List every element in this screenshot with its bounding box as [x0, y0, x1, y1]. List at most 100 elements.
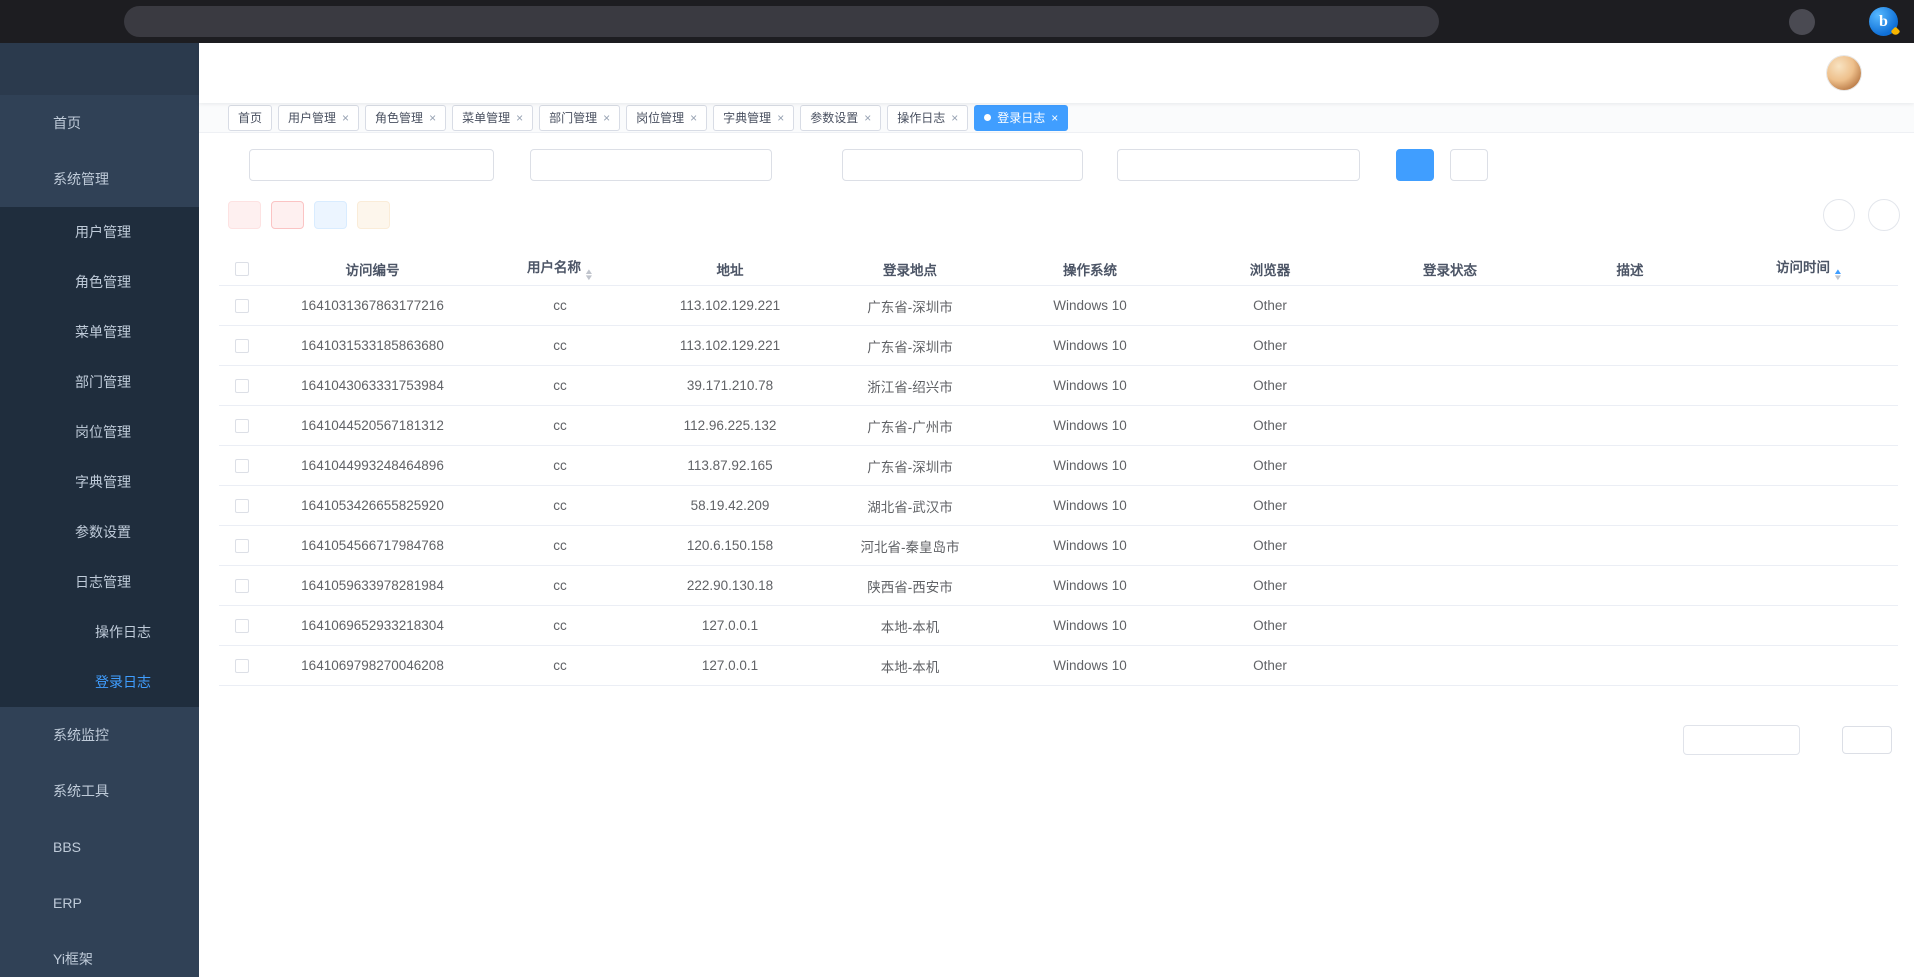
reset-button[interactable] — [1450, 149, 1488, 181]
collections-icon[interactable] — [1749, 7, 1775, 37]
browser-reload-icon[interactable] — [44, 7, 74, 37]
row-checkbox[interactable] — [235, 659, 249, 673]
delete-button[interactable] — [228, 201, 261, 229]
tab-login-log[interactable]: 登录日志× — [974, 105, 1068, 131]
sidebar-item-erp[interactable]: ERP — [0, 875, 199, 931]
close-icon[interactable]: × — [603, 112, 610, 124]
browser-home-icon[interactable] — [78, 7, 108, 37]
browser-more-icon[interactable] — [1829, 7, 1855, 37]
sidebar-item-user[interactable]: 用户管理 — [0, 207, 199, 257]
sidebar-item-system[interactable]: 系统管理 — [0, 151, 199, 207]
close-icon[interactable]: × — [429, 112, 436, 124]
tab-post[interactable]: 岗位管理 × — [626, 105, 707, 131]
sidebar-item-tools[interactable]: 系统工具 — [0, 763, 199, 819]
sidebar-fold-icon[interactable] — [225, 63, 245, 83]
sidebar-item-monitor[interactable]: 系统监控 — [0, 707, 199, 763]
tab-dept[interactable]: 部门管理× — [539, 105, 620, 131]
search-button[interactable] — [1396, 149, 1434, 181]
select-all-checkbox[interactable] — [235, 262, 249, 276]
extensions-icon[interactable] — [1629, 7, 1655, 37]
sidebar-item-role[interactable]: 角色管理 — [0, 257, 199, 307]
sidebar: 首页系统管理用户管理角色管理菜单管理部门管理岗位管理字典管理参数设置日志管理操作… — [0, 43, 199, 977]
close-icon[interactable]: × — [342, 112, 349, 124]
sidebar-item-home[interactable]: 首页 — [0, 95, 199, 151]
row-checkbox[interactable] — [235, 379, 249, 393]
app-logo[interactable] — [0, 43, 199, 95]
browser-profile-icon[interactable] — [1789, 9, 1815, 35]
sidebar-item-login-log[interactable]: 登录日志 — [0, 657, 199, 707]
globe-icon — [22, 895, 39, 912]
avatar-caret-icon[interactable] — [1878, 75, 1888, 85]
row-checkbox[interactable] — [235, 459, 249, 473]
tab-menu[interactable]: 菜单管理× — [452, 105, 533, 131]
tab-oper-log[interactable]: 操作日志× — [887, 105, 968, 131]
fullscreen-icon[interactable] — [1741, 64, 1760, 83]
sidebar-item-yi[interactable]: Yi框架 — [0, 931, 199, 977]
sort-icon[interactable]: ▲▼ — [585, 269, 593, 281]
column-header[interactable]: 访问时间▲▼ — [1720, 256, 1898, 281]
row-checkbox[interactable] — [235, 579, 249, 593]
goto-page-input[interactable] — [1842, 726, 1892, 754]
tab-dict[interactable]: 字典管理× — [713, 105, 794, 131]
copilot-bing-icon[interactable]: b — [1869, 7, 1898, 36]
sidebar-peek-caret-icon[interactable] — [1902, 33, 1912, 41]
row-checkbox[interactable] — [235, 299, 249, 313]
sidebar-item-post[interactable]: 岗位管理 — [0, 407, 199, 457]
read-aloud-icon[interactable] — [1509, 7, 1535, 37]
zoom-icon[interactable] — [1549, 7, 1575, 37]
table-search-toggle-button[interactable] — [1823, 199, 1855, 231]
clear-button[interactable] — [271, 201, 304, 229]
close-icon[interactable]: × — [864, 112, 871, 124]
font-size-icon[interactable] — [1781, 64, 1800, 83]
tab-label: 岗位管理 — [636, 109, 684, 126]
tab-user[interactable]: 用户管理× — [278, 105, 359, 131]
status-select[interactable] — [842, 149, 1083, 181]
help-icon[interactable] — [1701, 64, 1720, 83]
favorites-icon[interactable] — [1709, 7, 1735, 37]
github-icon[interactable] — [1661, 64, 1680, 83]
address-bar[interactable] — [124, 6, 1439, 37]
login-time-range-picker[interactable] — [1117, 149, 1360, 181]
tab-param[interactable]: 参数设置× — [800, 105, 881, 131]
column-header[interactable]: 用户名称▲▼ — [480, 256, 640, 281]
active-tab-dot — [984, 114, 991, 121]
password-icon[interactable] — [1469, 7, 1495, 37]
sidebar-item-dept[interactable]: 部门管理 — [0, 357, 199, 407]
export-button[interactable] — [357, 201, 390, 229]
add-favorite-icon[interactable] — [1589, 7, 1615, 37]
sidebar-item-oper-log[interactable]: 操作日志 — [0, 607, 199, 657]
loginlog-icon — [64, 674, 81, 691]
cell: 陕西省-西安市 — [820, 576, 1000, 596]
user-name-input[interactable] — [530, 149, 772, 181]
close-icon[interactable]: × — [516, 112, 523, 124]
close-icon[interactable]: × — [690, 112, 697, 124]
page-size-select[interactable] — [1683, 725, 1800, 755]
cell: cc — [480, 378, 640, 393]
row-checkbox[interactable] — [235, 419, 249, 433]
sidebar-item-bbs[interactable]: BBS — [0, 819, 199, 875]
tab-home[interactable]: 首页 — [228, 105, 272, 131]
row-checkbox[interactable] — [235, 499, 249, 513]
close-icon[interactable]: × — [951, 112, 958, 124]
log-icon — [44, 574, 61, 591]
row-checkbox[interactable] — [235, 619, 249, 633]
sidebar-item-param[interactable]: 参数设置 — [0, 507, 199, 557]
header-search-icon[interactable] — [1621, 64, 1640, 83]
unlock-button[interactable] — [314, 201, 347, 229]
table-refresh-button[interactable] — [1868, 199, 1900, 231]
sidebar-item-label: 系统管理 — [53, 169, 109, 189]
sort-icon[interactable]: ▲▼ — [1834, 269, 1842, 281]
split-screen-icon[interactable] — [1669, 7, 1695, 37]
browser-back-icon[interactable] — [10, 7, 40, 37]
user-avatar[interactable] — [1827, 56, 1861, 90]
sidebar-item-log[interactable]: 日志管理 — [0, 557, 199, 607]
close-icon[interactable]: × — [777, 112, 784, 124]
sidebar-item-dict[interactable]: 字典管理 — [0, 457, 199, 507]
sidebar-item-menu[interactable]: 菜单管理 — [0, 307, 199, 357]
close-icon[interactable]: × — [1051, 112, 1058, 124]
tab-role[interactable]: 角色管理× — [365, 105, 446, 131]
login-ip-input[interactable] — [249, 149, 494, 181]
cell: 1641069798270046208 — [265, 658, 480, 673]
row-checkbox[interactable] — [235, 339, 249, 353]
row-checkbox[interactable] — [235, 539, 249, 553]
